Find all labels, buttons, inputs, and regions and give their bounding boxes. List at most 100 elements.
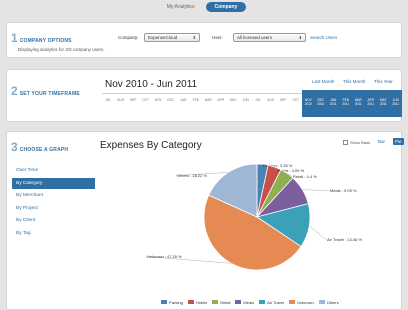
month-cell[interactable]: AUG (265, 94, 278, 117)
nav-over-time[interactable]: Over Time (12, 165, 95, 176)
month-label: FEB (192, 98, 199, 102)
legend-item[interactable]: Others (318, 299, 339, 305)
company-options-panel: 1 COMPANY OPTIONS Displaying analytics f… (6, 22, 402, 58)
show-bank-label: Show Bank (350, 140, 371, 145)
month-cell[interactable]: JUN 2011 (389, 90, 402, 117)
month-cell[interactable]: DEC (165, 94, 178, 117)
month-cell[interactable]: MAR 2011 (352, 90, 365, 117)
month-cell[interactable]: MAY (227, 94, 240, 117)
month-label: MAY (229, 98, 237, 102)
company-users-hint: Displaying analytics for 3/3 company use… (18, 47, 105, 52)
month-cell[interactable]: MAY 2011 (377, 90, 390, 117)
month-label: OCT (292, 98, 300, 102)
slice-label: Air Travel : 13.46 % (327, 237, 362, 242)
month-cell[interactable]: DEC 2010 (314, 90, 327, 117)
month-label: JUN (242, 98, 249, 102)
month-year-label: 2011 (379, 101, 387, 106)
legend-label: Meals (243, 299, 255, 305)
legend-item[interactable]: Unknown (289, 300, 314, 305)
bar-view-button[interactable]: Bar (378, 139, 385, 144)
month-label: SEP (280, 98, 287, 102)
pie-view-button[interactable]: Pie (393, 138, 404, 145)
company-label: Company: (118, 35, 139, 40)
step3-heading: 3 CHOOSE A GRAPH (11, 140, 68, 154)
category-pie-chart: Parking : 3.35 %Hotels : 4.09 %Retail : … (145, 163, 362, 271)
month-cell[interactable]: FEB (190, 94, 203, 117)
legend-swatch (259, 300, 266, 304)
tab-company[interactable]: Company (205, 2, 247, 12)
search-users-link[interactable]: Search Users (310, 35, 337, 40)
month-cell[interactable]: FEB 2011 (339, 90, 352, 117)
month-cell[interactable]: AUG (115, 94, 128, 117)
legend-swatch (235, 300, 242, 304)
legend-item[interactable]: Retail (212, 300, 230, 305)
legend-item[interactable]: Air Travel (259, 300, 284, 305)
legend-item[interactable]: Meals (235, 300, 254, 305)
legend-label: Air Travel (267, 299, 284, 305)
nav-by-merchant[interactable]: By Merchant (12, 190, 95, 201)
step3-number: 3 (11, 140, 18, 154)
month-cell[interactable]: SEP (277, 94, 290, 117)
legend-swatch (212, 300, 219, 304)
user-select[interactable]: All licensed users ⬍ (233, 33, 306, 42)
this-year-link[interactable]: This Year (374, 79, 393, 84)
month-cell[interactable]: JAN (177, 94, 190, 117)
last-month-link[interactable]: Last Month (312, 79, 334, 84)
company-select-value: ExpenseCloud (148, 35, 178, 40)
legend-label: Others (326, 299, 339, 305)
month-cell[interactable]: APR (215, 94, 228, 117)
timeframe-panel: 2 SET YOUR TIMEFRAME Nov 2010 - Jun 2011… (6, 69, 403, 122)
chart-legend: Parking Hotels Retail Meals Air Travel Unknow… (130, 297, 370, 307)
nav-by-category[interactable]: By Category (12, 177, 95, 189)
month-label: NOV (154, 98, 162, 102)
month-label: AUG (267, 98, 275, 102)
month-cell[interactable]: SEP (127, 94, 140, 117)
range-title: Nov 2010 - Jun 2011 (105, 79, 198, 90)
month-label: OCT (142, 98, 150, 102)
this-month-link[interactable]: This Month (343, 79, 365, 84)
step2-number: 2 (11, 84, 18, 98)
month-cell[interactable]: JUN (240, 94, 253, 117)
show-bank-toggle[interactable]: Show Bank (343, 140, 370, 145)
step3-title: CHOOSE A GRAPH (19, 147, 69, 153)
month-cell[interactable]: OCT (140, 94, 153, 117)
legend-label: Retail (220, 299, 231, 305)
slice-label: Others : 18.22 % (177, 173, 207, 178)
month-timeline[interactable]: JUL AUG SEP OCT NOV DEC JAN FEB MAR APR MAY JUN JUL A… (102, 90, 403, 117)
slice-leader-line (309, 225, 327, 240)
month-cell[interactable]: NOV 2010 (302, 90, 315, 117)
legend-swatch (318, 300, 325, 304)
month-cell[interactable]: NOV (152, 94, 165, 117)
month-label: JUL (255, 98, 262, 102)
month-cell[interactable]: MAR (202, 94, 215, 117)
user-label: User: (212, 35, 223, 40)
month-year-label: 2011 (342, 101, 350, 106)
month-cell[interactable]: OCT (290, 94, 303, 117)
month-cell[interactable]: JUL (102, 94, 115, 117)
month-label: SEP (130, 98, 137, 102)
nav-by-project[interactable]: By Project (12, 203, 95, 214)
slice-label: Retail : 4.4 % (293, 174, 317, 179)
legend-swatch (187, 300, 194, 304)
month-year-label: 2010 (317, 101, 325, 106)
show-bank-checkbox[interactable] (343, 140, 348, 145)
graph-panel: 3 CHOOSE A GRAPH Over Time By Category B… (6, 131, 404, 310)
month-label: DEC (167, 98, 175, 102)
legend-item[interactable]: Parking (161, 300, 183, 305)
legend-item[interactable]: Hotels (187, 300, 207, 305)
month-year-label: 2011 (329, 101, 337, 106)
month-cell[interactable]: JUL (252, 94, 265, 117)
legend-label: Parking (169, 299, 183, 305)
company-select[interactable]: ExpenseCloud ⬍ (144, 33, 200, 42)
month-cell[interactable]: JAN 2011 (327, 90, 340, 117)
month-label: JUL (105, 98, 112, 102)
tab-my-analytics[interactable]: My Analytics (162, 2, 200, 12)
user-select-value: All licensed users (237, 35, 273, 40)
slice-label: Meals : 9.09 % (330, 188, 357, 193)
nav-by-tag[interactable]: By Tag (12, 228, 95, 239)
month-label: APR (217, 98, 225, 102)
step1-title: COMPANY OPTIONS (19, 38, 72, 44)
month-cell[interactable]: APR 2011 (364, 90, 377, 117)
month-label: MAR (204, 98, 212, 102)
nav-by-client[interactable]: By Client (12, 215, 95, 226)
